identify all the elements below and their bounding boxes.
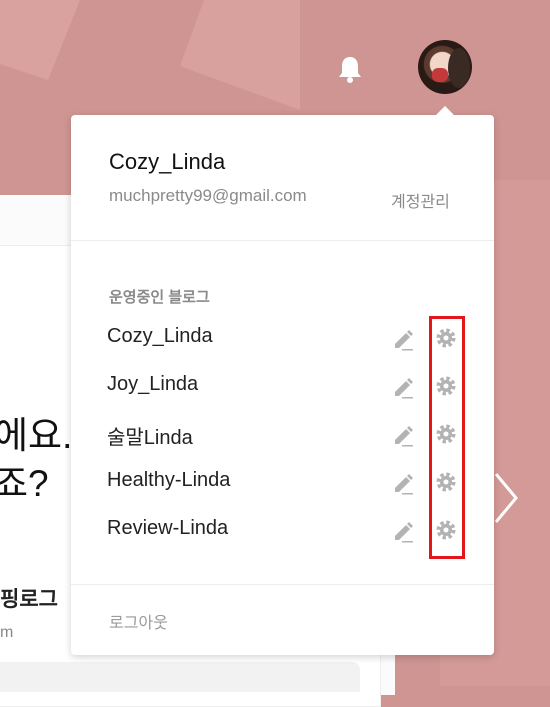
- background-shape: [0, 0, 80, 80]
- divider: [71, 240, 494, 241]
- blog-list: Cozy_Linda Joy_Linda 술말Linda Healthy-Lin…: [71, 315, 494, 555]
- avatar-hair: [448, 48, 470, 88]
- background-headline-line1: 에요.: [0, 415, 73, 456]
- background-url-fragment: m: [0, 624, 14, 641]
- gear-icon[interactable]: [434, 374, 458, 398]
- account-dropdown: Cozy_Linda muchpretty99@gmail.com 계정관리 운…: [71, 106, 494, 655]
- pencil-icon[interactable]: [392, 375, 416, 399]
- blog-item: 술말Linda: [71, 411, 494, 459]
- blog-item: Joy_Linda: [71, 363, 494, 411]
- blog-name-link[interactable]: Healthy-Linda: [107, 469, 230, 492]
- pencil-icon[interactable]: [392, 519, 416, 543]
- background-shape: [180, 0, 300, 110]
- gear-icon[interactable]: [434, 518, 458, 542]
- dropdown-caret: [435, 106, 455, 116]
- blog-item: Review-Linda: [71, 507, 494, 555]
- avatar-detail: [432, 68, 448, 82]
- background-bar: [0, 662, 360, 692]
- account-manage-link[interactable]: 계정관리: [391, 188, 450, 212]
- gear-icon[interactable]: [434, 470, 458, 494]
- avatar[interactable]: [418, 40, 472, 94]
- pencil-icon[interactable]: [392, 423, 416, 447]
- logout-link[interactable]: 로그아웃: [109, 609, 168, 633]
- account-email: muchpretty99@gmail.com: [109, 186, 307, 205]
- next-arrow-icon[interactable]: [492, 470, 522, 526]
- blog-name-link[interactable]: Review-Linda: [107, 517, 228, 540]
- divider: [71, 584, 494, 585]
- account-name: Cozy_Linda: [109, 149, 226, 174]
- blogs-section-title: 운영중인 블로그: [109, 289, 210, 306]
- pencil-icon[interactable]: [392, 327, 416, 351]
- pencil-icon[interactable]: [392, 471, 416, 495]
- blog-name-link[interactable]: 술말Linda: [107, 421, 193, 450]
- blog-name-link[interactable]: Cozy_Linda: [107, 325, 213, 348]
- blog-item: Healthy-Linda: [71, 459, 494, 507]
- gear-icon[interactable]: [434, 422, 458, 446]
- bell-icon[interactable]: [336, 54, 364, 84]
- background-subtitle: 핑로그: [0, 588, 58, 611]
- gear-icon[interactable]: [434, 326, 458, 350]
- background-headline-line2: 죠?: [0, 463, 49, 504]
- blog-item: Cozy_Linda: [71, 315, 494, 363]
- blog-name-link[interactable]: Joy_Linda: [107, 373, 198, 396]
